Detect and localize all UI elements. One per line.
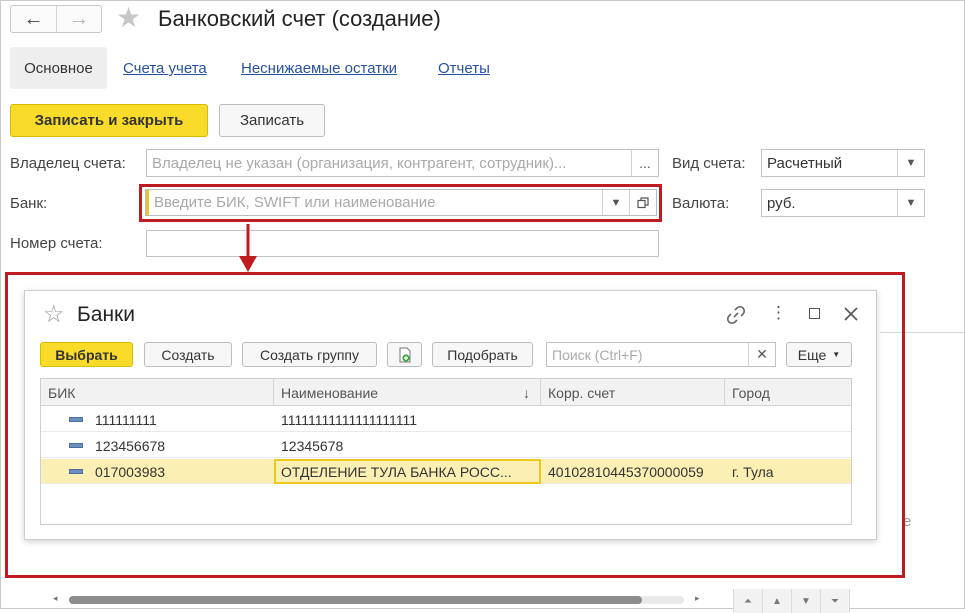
- next-page-icon[interactable]: ▼: [792, 589, 821, 613]
- annotation-arrow-icon: [239, 224, 257, 272]
- horizontal-scrollbar-thumb[interactable]: [69, 596, 642, 604]
- search-input[interactable]: Поиск (Ctrl+F) ✕: [546, 342, 776, 367]
- chevron-down-icon: ▼: [905, 157, 917, 169]
- tab-reports[interactable]: Отчеты: [438, 60, 490, 77]
- tab-main-label: Основное: [24, 59, 93, 77]
- cell-corr-account: [548, 407, 725, 432]
- table-row[interactable]: 111111111 11111111111111111111: [41, 407, 851, 432]
- banks-table: БИК Наименование ↓ Корр. счет Город 1111…: [40, 378, 852, 613]
- save-and-close-button[interactable]: Записать и закрыть: [10, 104, 208, 137]
- cell-bik: 017003983: [69, 459, 274, 484]
- currency-select[interactable]: руб. ▼: [761, 189, 925, 217]
- save-button[interactable]: Записать: [219, 104, 325, 137]
- open-window-icon: [637, 196, 649, 208]
- maximize-icon[interactable]: [809, 308, 820, 319]
- clear-search-icon[interactable]: ✕: [748, 343, 775, 366]
- cell-city: г. Тула: [732, 463, 774, 480]
- bik-value: 123456678: [95, 437, 166, 454]
- cell-bik: 111111111: [69, 407, 274, 432]
- column-header-bik[interactable]: БИК: [41, 379, 274, 406]
- add-copy-icon: [399, 347, 410, 362]
- back-button[interactable]: ←: [11, 6, 56, 32]
- cell-name: 11111111111111111111: [281, 411, 417, 428]
- bank-label: Банк:: [10, 195, 48, 212]
- create-group-button[interactable]: Создать группу: [242, 342, 377, 367]
- bik-value: 111111111: [95, 411, 157, 428]
- first-page-icon[interactable]: ⏶: [734, 589, 763, 613]
- name-value: ОТДЕЛЕНИЕ ТУЛА БАНКА РОСС...: [281, 463, 512, 480]
- more-label: Еще: [797, 346, 827, 363]
- cell-corr-account: 40102810445370000059: [548, 463, 704, 480]
- account-number-field[interactable]: [146, 230, 659, 257]
- column-header-city[interactable]: Город: [725, 379, 851, 406]
- pick-button[interactable]: Подобрать: [432, 342, 533, 367]
- item-marker-icon: [69, 469, 83, 474]
- cell-bik: 123456678: [69, 433, 274, 458]
- column-header-name[interactable]: Наименование ↓: [274, 379, 541, 406]
- dialog-title: Банки: [77, 303, 135, 326]
- select-button[interactable]: Выбрать: [40, 342, 133, 367]
- owner-field[interactable]: Владелец не указан (организация, контраг…: [146, 149, 659, 177]
- link-icon[interactable]: [725, 304, 747, 326]
- currency-value: руб.: [767, 194, 796, 212]
- column-bik-label: БИК: [48, 384, 76, 401]
- more-menu-icon[interactable]: ⋮: [770, 303, 787, 323]
- chevron-down-icon: ▼: [905, 197, 917, 209]
- column-header-corr-account[interactable]: Корр. счет: [541, 379, 725, 406]
- scroll-left-icon[interactable]: ◂: [53, 593, 58, 604]
- page-title: Банковский счет (создание): [158, 6, 441, 31]
- currency-label: Валюта:: [672, 195, 730, 212]
- favorite-star-icon[interactable]: ★: [116, 4, 141, 32]
- item-marker-icon: [69, 417, 83, 422]
- column-corr-label: Корр. счет: [548, 384, 616, 401]
- bank-field[interactable]: Введите БИК, SWIFT или наименование ▼: [145, 189, 657, 216]
- sort-arrow-icon: ↓: [523, 384, 530, 401]
- account-type-select[interactable]: Расчетный ▼: [761, 149, 925, 177]
- table-navigation: ⏶ ▲ ▼ ⏷: [733, 589, 851, 613]
- scroll-right-icon[interactable]: ▸: [695, 593, 700, 604]
- cell-corr-account: [548, 433, 725, 458]
- last-page-icon[interactable]: ⏷: [821, 589, 850, 613]
- owner-select-button[interactable]: ...: [631, 150, 658, 176]
- item-marker-icon: [69, 443, 83, 448]
- favorite-star-icon[interactable]: ☆: [43, 303, 65, 327]
- account-type-label: Вид счета:: [672, 155, 746, 172]
- cell-name-focused[interactable]: ОТДЕЛЕНИЕ ТУЛА БАНКА РОСС...: [274, 459, 541, 484]
- copy-button[interactable]: [387, 342, 422, 367]
- account-type-value: Расчетный: [767, 154, 843, 172]
- column-name-label: Наименование: [281, 384, 379, 401]
- table-row-selected[interactable]: 017003983 ОТДЕЛЕНИЕ ТУЛА БАНКА РОСС... 4…: [41, 459, 851, 484]
- chevron-down-icon: ▼: [610, 196, 622, 209]
- close-icon[interactable]: [844, 307, 858, 321]
- tab-accounting-accounts[interactable]: Счета учета: [123, 60, 207, 77]
- table-row[interactable]: 123456678 12345678: [41, 433, 851, 458]
- banks-dialog: ☆ Банки ⋮ Выбрать Создать Создать группу…: [24, 290, 877, 613]
- forward-button[interactable]: →: [55, 6, 101, 32]
- bank-placeholder: Введите БИК, SWIFT или наименование: [154, 194, 436, 211]
- cell-name: 12345678: [281, 437, 344, 454]
- bank-dropdown-button[interactable]: ▼: [602, 190, 629, 215]
- tab-minimum-balances[interactable]: Неснижаемые остатки: [241, 60, 397, 77]
- column-city-label: Город: [732, 384, 770, 401]
- account-number-label: Номер счета:: [10, 235, 103, 252]
- search-placeholder: Поиск (Ctrl+F): [552, 346, 643, 363]
- bank-open-button[interactable]: [629, 190, 656, 215]
- prev-page-icon[interactable]: ▲: [763, 589, 792, 613]
- tab-main[interactable]: Основное: [10, 47, 107, 89]
- create-button[interactable]: Создать: [144, 342, 232, 367]
- owner-label: Владелец счета:: [10, 155, 126, 172]
- account-type-dropdown-button[interactable]: ▼: [897, 150, 924, 176]
- cell-city: [732, 433, 851, 458]
- owner-placeholder: Владелец не указан (организация, контраг…: [152, 154, 567, 172]
- table-header: БИК Наименование ↓ Корр. счет Город: [41, 379, 851, 406]
- chevron-down-icon: ▼: [832, 350, 841, 359]
- nav-buttons: ← →: [10, 5, 102, 33]
- currency-dropdown-button[interactable]: ▼: [897, 190, 924, 216]
- bik-value: 017003983: [95, 463, 166, 480]
- cell-city: [732, 407, 851, 432]
- more-button[interactable]: Еще ▼: [786, 342, 852, 367]
